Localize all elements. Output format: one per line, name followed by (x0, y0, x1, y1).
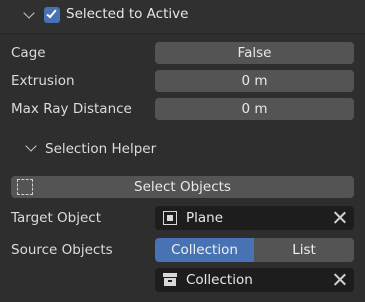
source-objects-label: Source Objects (11, 242, 113, 258)
selection-helper-label[interactable]: Selection Helper (45, 141, 156, 157)
max-ray-distance-field[interactable]: 0 m (155, 98, 354, 120)
selected-to-active-checkbox[interactable] (44, 7, 60, 23)
select-objects-button[interactable]: Select Objects (11, 176, 354, 198)
selected-to-active-panel: Selected to Active Cage False Extrusion … (0, 0, 365, 302)
select-objects-label: Select Objects (134, 179, 231, 195)
close-icon[interactable] (333, 211, 346, 224)
chevron-down-icon[interactable] (23, 7, 35, 19)
cage-label: Cage (11, 45, 46, 61)
target-object-label: Target Object (11, 210, 102, 226)
target-object-value: Plane (186, 210, 224, 226)
target-object-field[interactable]: Plane (155, 206, 354, 230)
collection-field[interactable]: Collection (155, 268, 354, 292)
max-ray-distance-label: Max Ray Distance (11, 101, 132, 117)
collection-icon (163, 273, 177, 286)
collection-value: Collection (186, 272, 253, 288)
chevron-down-icon[interactable] (25, 140, 37, 152)
extrusion-label: Extrusion (11, 73, 75, 89)
selected-to-active-header[interactable]: Selected to Active (0, 0, 365, 34)
extrusion-field[interactable]: 0 m (155, 70, 354, 92)
dashed-selection-icon (17, 179, 33, 195)
source-collection-tab[interactable]: Collection (155, 238, 254, 262)
close-icon[interactable] (333, 273, 346, 286)
selected-to-active-label[interactable]: Selected to Active (66, 6, 188, 22)
cage-field[interactable]: False (155, 42, 354, 64)
checkmark-icon (46, 7, 57, 19)
source-list-tab[interactable]: List (254, 238, 354, 262)
object-icon (163, 211, 177, 225)
